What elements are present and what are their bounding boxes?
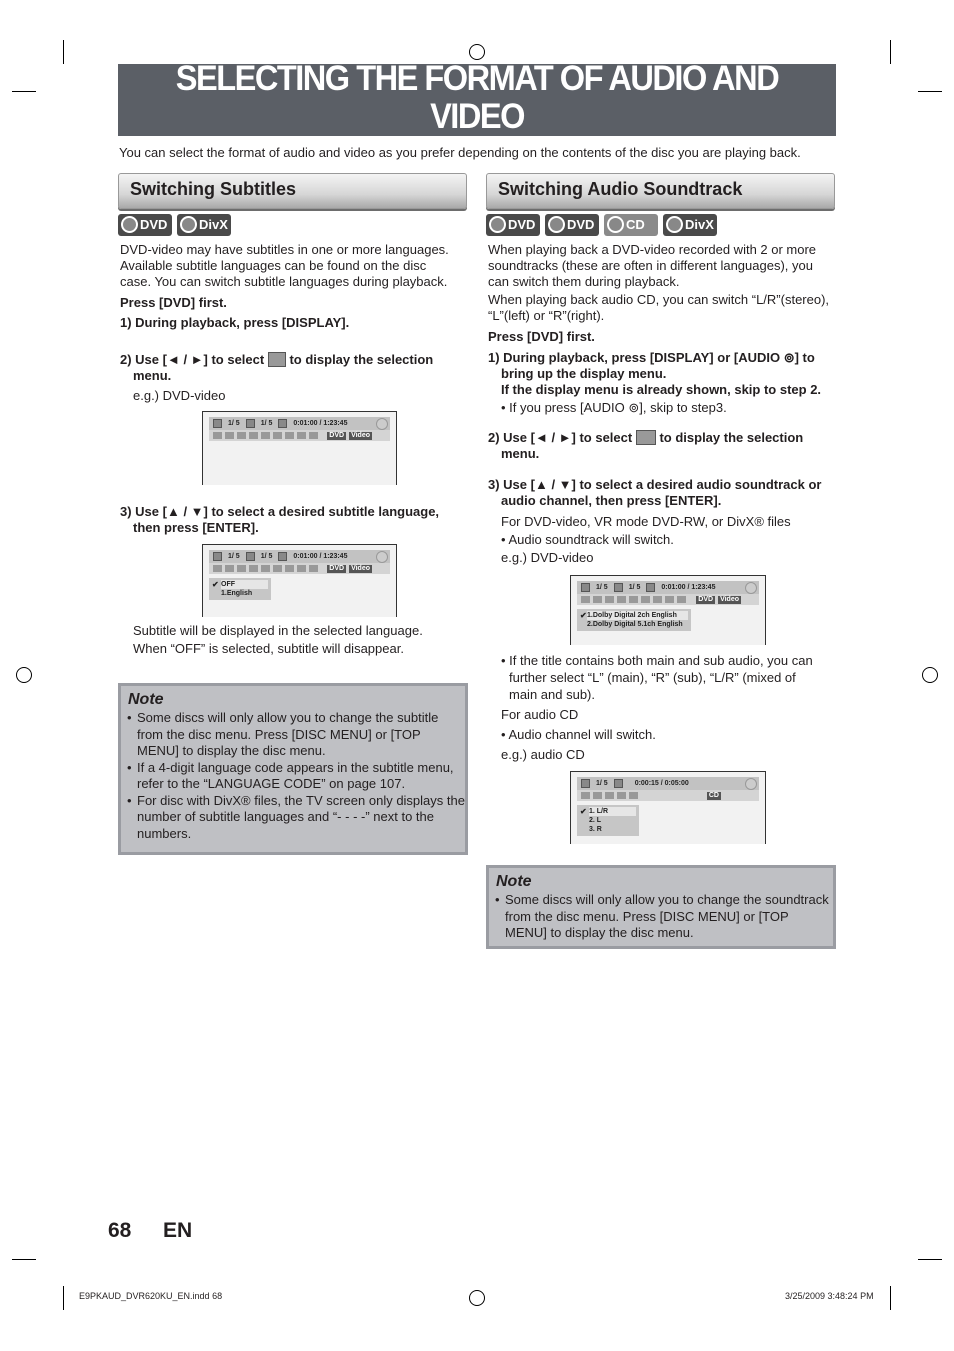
step-2: 2) Use [◄ / ►] to select to display the …: [488, 430, 804, 445]
option-off: OFF: [221, 580, 268, 589]
crop-mark: [63, 1286, 64, 1310]
press-dvd-first: Press [DVD] first.: [120, 295, 227, 310]
cd-bullet: • Audio channel will switch.: [501, 727, 656, 742]
screen-audio-menu: 1/ 5 1/ 5 0:01:00 / 1:23:45 DVD Video ✔ 1.Do…: [570, 575, 766, 645]
crop-mark: [890, 1286, 891, 1310]
step-1: 1) During playback, press [DISPLAY].: [120, 315, 350, 330]
press-dvd-first: Press [DVD] first.: [488, 329, 595, 344]
crop-mark: [63, 40, 64, 64]
audio-icon: [635, 430, 656, 445]
registration-mark-icon: [469, 1290, 485, 1306]
step-2-cont: menu.: [501, 446, 540, 461]
cd-badge: CD: [604, 214, 658, 236]
subtitle-result: Subtitle will be displayed in the select…: [133, 623, 423, 656]
crop-mark: [12, 91, 36, 92]
step-2-cont: menu.: [133, 368, 172, 383]
note-box-subtitles: Note Some discs will only allow you to c…: [118, 683, 468, 855]
subtitle-intro: DVD-video may have subtitles in one or m…: [120, 242, 449, 289]
option-english: 1.English: [221, 590, 253, 597]
audio-intro: When playing back a DVD-video recorded w…: [488, 242, 830, 323]
crop-mark: [918, 1259, 942, 1260]
subtitle-icon: [267, 352, 286, 367]
cd-label: For audio CD: [501, 707, 579, 722]
crop-mark: [12, 1259, 36, 1260]
registration-mark-icon: [469, 44, 485, 60]
screen-cd-menu: 1/ 5 0:00:15 / 0:05:00 CD ✔ 1. L/R 2. L 3. R: [570, 771, 766, 844]
section-heading-subtitles: Switching Subtitles: [118, 173, 467, 209]
crop-mark: [918, 91, 942, 92]
dvd-info: For DVD-video, VR mode DVD-RW, or DivX® …: [501, 514, 791, 565]
registration-mark-icon: [922, 667, 938, 683]
registration-mark-icon: [16, 667, 32, 683]
section-heading-audio: Switching Audio Soundtrack: [486, 173, 835, 209]
print-date: 3/25/2009 3:48:24 PM: [785, 1291, 874, 1301]
screen-subtitle-menu: 1/ 5 1/ 5 0:01:00 / 1:23:45 DVD Video ✔ OFF 1…: [202, 544, 397, 617]
step-3-cont: then press [ENTER].: [133, 520, 259, 535]
language-code: EN: [163, 1219, 193, 1242]
intro-text: You can select the format of audio and v…: [119, 145, 801, 160]
page-number: 68: [108, 1219, 132, 1242]
dvd-rw-vr-badge: DVD: [545, 214, 599, 236]
step-3: 3) Use [▲ / ▼] to select a desired audio…: [488, 477, 822, 508]
step-3: 3) Use [▲ / ▼] to select a desired subti…: [120, 504, 440, 519]
dvd-video-badge: DVD: [118, 214, 172, 236]
step-1-bullet: • If you press [AUDIO ⊚], skip to step3.: [501, 400, 727, 415]
divx-badge: DivX: [663, 214, 717, 236]
cd-example-label: e.g.) audio CD: [501, 747, 585, 762]
main-sub-info: • If the title contains both main and su…: [501, 653, 813, 702]
step-2: 2) Use [◄ / ►] to select to display the …: [120, 352, 434, 367]
step-1: 1) During playback, press [DISPLAY] or […: [488, 350, 822, 397]
crop-mark: [890, 40, 891, 64]
divx-badge: DivX: [177, 214, 231, 236]
example-label: e.g.) DVD-video: [133, 388, 226, 403]
file-name: E9PKAUD_DVR620KU_EN.indd 68: [79, 1291, 223, 1301]
page-title: SELECTING THE FORMAT OF AUDIO AND VIDEO: [175, 59, 780, 136]
note-box-audio: Note Some discs will only allow you to c…: [486, 865, 836, 949]
screen-display-menu: 1/ 5 1/ 5 0:01:00 / 1:23:45 DVD Video: [202, 411, 397, 485]
title-banner: SELECTING THE FORMAT OF AUDIO AND VIDEO: [118, 60, 836, 136]
dvd-video-badge: DVD: [486, 214, 540, 236]
